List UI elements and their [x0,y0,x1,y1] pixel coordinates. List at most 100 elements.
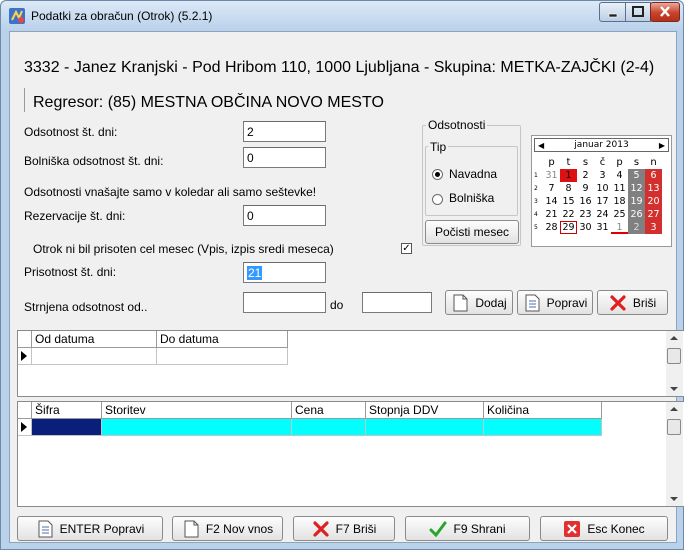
col-kolicina[interactable]: Količina [484,402,602,419]
calendar-day[interactable]: 13 [645,182,662,195]
next-month-icon[interactable]: ▶ [659,141,665,150]
calendar-day[interactable]: 1 [611,221,628,234]
odsotnost-input[interactable]: 2 [243,121,326,142]
close-button[interactable] [650,2,680,22]
enter-popravi-button[interactable]: ENTER Popravi [17,516,163,541]
current-row-arrow-icon [21,422,27,432]
calendar-day[interactable]: 23 [577,208,594,221]
calendar-day-headers: p t s č p s n [534,156,662,169]
services-cell-kolicina[interactable] [484,419,602,436]
enter-popravi-label: ENTER Popravi [59,521,145,536]
calendar-day[interactable]: 20 [645,195,662,208]
edit-button[interactable]: Popravi [517,290,593,315]
calendar-day[interactable]: 19 [628,195,645,208]
calendar-day[interactable]: 4 [611,169,628,182]
calendar-day[interactable]: 12 [628,182,645,195]
dates-scrollbar[interactable] [666,331,683,396]
calendar-day[interactable]: 17 [594,195,611,208]
bolniska-radio-label: Bolniška [449,191,495,205]
delete-button[interactable]: Briši [597,290,668,315]
calendar-day[interactable]: 1 [560,169,577,182]
navadna-radio[interactable] [432,169,443,180]
otrok-checkbox[interactable]: ✓ [401,243,412,254]
rezervacije-label: Rezervacije št. dni: [24,209,126,223]
f7-delete-label: F7 Briši [335,521,377,536]
calendar-day[interactable]: 26 [628,208,645,221]
clear-month-button[interactable]: Počisti mesec [425,220,519,244]
rezervacije-input[interactable]: 0 [243,205,326,226]
services-cell-sifra[interactable] [32,419,102,436]
f9-save-label: F9 Shrani [453,521,506,536]
col-storitev[interactable]: Storitev [102,402,292,419]
bolniska-radio[interactable] [432,194,443,205]
calendar-header: ◀ januar 2013 ▶ [534,138,669,152]
f7-delete-button[interactable]: F7 Briši [293,516,395,541]
dates-cell[interactable] [157,348,288,365]
calendar-day[interactable]: 21 [543,208,560,221]
title-bar[interactable]: Podatki za obračun (Otrok) (5.2.1) [1,1,683,31]
col-sifra[interactable]: Šifra [32,402,102,419]
col-od-datuma[interactable]: Od datuma [32,331,157,348]
calendar: ◀ januar 2013 ▶ p t s č p s n 1 31 1 2 3… [531,135,672,247]
calendar-day[interactable]: 5 [628,169,645,182]
calendar-day[interactable]: 3 [594,169,611,182]
calendar-day[interactable]: 25 [611,208,628,221]
prev-month-icon[interactable]: ◀ [538,141,544,150]
strnjena-do-input[interactable] [362,292,432,313]
calendar-day[interactable]: 3 [645,221,662,234]
services-cell-cena[interactable] [292,419,366,436]
dates-cell[interactable] [32,348,157,365]
calendar-day[interactable]: 27 [645,208,662,221]
calendar-day[interactable]: 30 [577,221,594,234]
col-cena[interactable]: Cena [292,402,366,419]
prisotnost-input[interactable]: 21 [243,262,326,283]
col-stopnja-ddv[interactable]: Stopnja DDV [366,402,484,419]
scroll-down-icon[interactable] [670,497,678,501]
scroll-up-icon[interactable] [670,407,678,411]
calendar-day[interactable]: 8 [560,182,577,195]
week-number: 4 [534,211,538,218]
f9-save-button[interactable]: F9 Shrani [405,516,530,541]
odsotnost-label: Odsotnost št. dni: [24,125,118,139]
calendar-day[interactable]: 24 [594,208,611,221]
window-title: Podatki za obračun (Otrok) (5.2.1) [31,9,213,23]
services-cell-ddv[interactable] [366,419,484,436]
calendar-day[interactable]: 6 [645,169,662,182]
calendar-day[interactable]: 2 [628,221,645,234]
calendar-day[interactable]: 9 [577,182,594,195]
scroll-up-icon[interactable] [670,336,678,340]
calendar-day[interactable]: 10 [594,182,611,195]
f2-new-button[interactable]: F2 Nov vnos [172,516,283,541]
maximize-button[interactable] [625,2,651,22]
calendar-day[interactable]: 16 [577,195,594,208]
calendar-day[interactable]: 28 [543,221,560,234]
calendar-day[interactable]: 15 [560,195,577,208]
calendar-day[interactable]: 31 [543,169,560,182]
services-cell-storitev[interactable] [102,419,292,436]
calendar-day-today[interactable]: 29 [560,221,577,234]
calendar-day[interactable]: 22 [560,208,577,221]
delete-x-icon [313,520,329,537]
scroll-thumb[interactable] [667,419,681,435]
strnjena-od-input[interactable] [243,292,326,313]
tip-title: Tip [428,140,449,154]
services-scrollbar[interactable] [666,402,683,506]
minimize-button[interactable] [599,2,626,22]
calendar-day[interactable]: 18 [611,195,628,208]
day-header: p [548,157,555,168]
day-header: č [599,157,606,168]
calendar-day[interactable]: 2 [577,169,594,182]
calendar-day[interactable]: 11 [611,182,628,195]
scroll-thumb[interactable] [667,348,681,364]
document-icon [38,520,53,537]
esc-exit-button[interactable]: Esc Konec [540,516,668,541]
calendar-day[interactable]: 31 [594,221,611,234]
scroll-down-icon[interactable] [670,387,678,391]
delete-button-label: Briši [632,295,657,310]
col-do-datuma[interactable]: Do datuma [157,331,288,348]
calendar-day[interactable]: 14 [543,195,560,208]
add-button[interactable]: Dodaj [445,290,513,315]
esc-exit-label: Esc Konec [587,521,645,536]
calendar-day[interactable]: 7 [543,182,560,195]
bolniska-input[interactable]: 0 [243,147,326,168]
